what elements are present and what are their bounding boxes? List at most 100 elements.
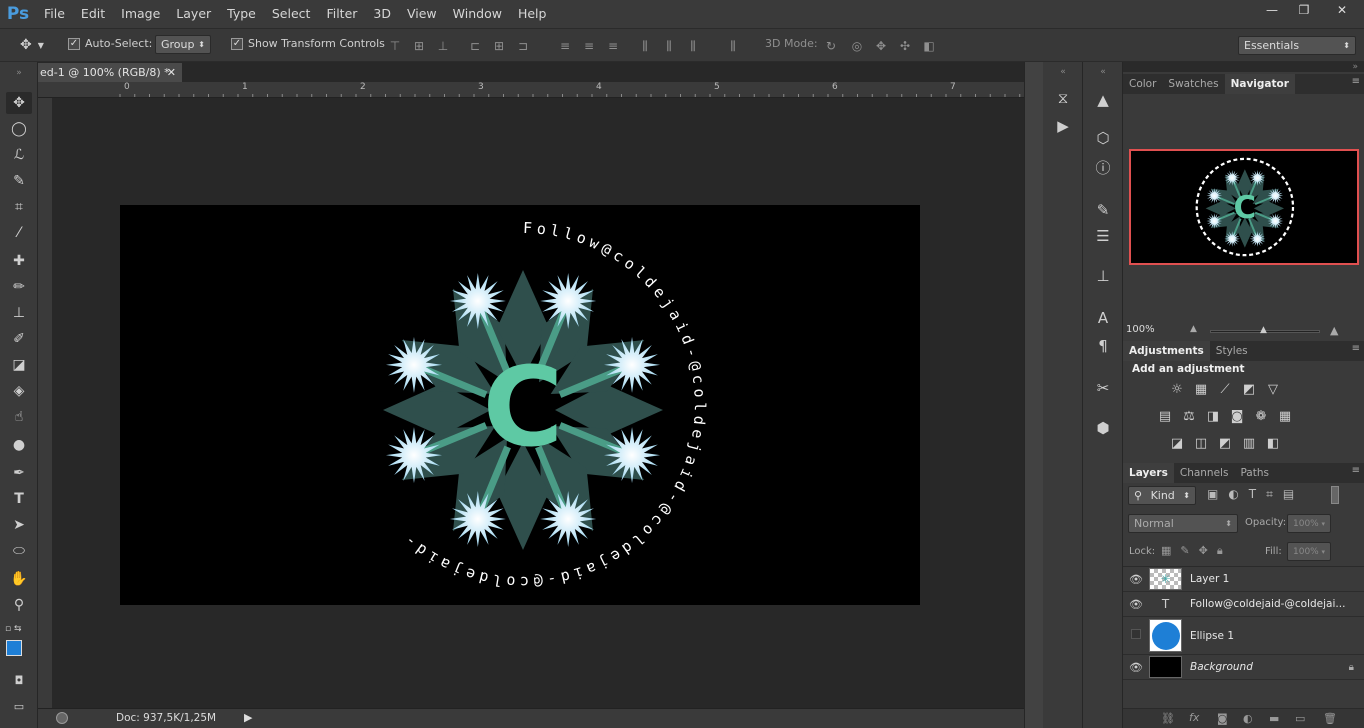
brush-tool-icon[interactable]: ✏ [6,276,32,298]
paint-bucket-tool-icon[interactable]: ◈ [6,380,32,402]
panel-menu-icon[interactable]: ≡ [1352,465,1360,476]
visibility-empty-icon[interactable] [1123,629,1149,642]
horizontal-ruler[interactable]: 0 1 2 3 4 5 6 7 [38,82,1024,98]
layer-row[interactable]: 👁︎ Background 🔒︎ [1123,655,1364,680]
panel-menu-icon[interactable]: ≡ [1352,343,1360,354]
auto-select-target-dropdown[interactable]: Group ⬍ [155,35,211,54]
brush-presets-panel-icon[interactable]: ✎ [1093,200,1113,220]
black-white-icon[interactable]: ◨ [1205,409,1221,425]
status-menu-arrow-icon[interactable]: ▶ [244,711,252,724]
hand-tool-icon[interactable]: ✋ [6,568,32,590]
layer-row[interactable]: Ellipse 1 [1123,617,1364,655]
tab-layers[interactable]: Layers [1123,463,1174,483]
gradient-map-icon[interactable]: ▥ [1241,436,1257,452]
tool-presets-panel-icon[interactable]: ✂ [1093,378,1113,398]
slide-3d-icon[interactable]: ✣ [898,39,912,53]
zoom-out-icon[interactable]: ▲ [1190,324,1197,334]
brush-panel-icon[interactable]: ☰ [1093,226,1113,246]
visibility-eye-icon[interactable]: 👁︎ [1123,661,1149,674]
restore-button[interactable]: ❐ [1288,0,1320,20]
quick-mask-icon[interactable]: ◘ [6,670,32,692]
menu-file[interactable]: File [36,0,73,28]
character-panel-icon[interactable]: A [1093,308,1113,328]
vibrance-icon[interactable]: ▽ [1265,382,1281,398]
menu-help[interactable]: Help [510,0,555,28]
curves-icon[interactable]: ⟋ [1217,382,1233,398]
clone-stamp-tool-icon[interactable]: ⊥ [6,302,32,324]
eyedropper-tool-icon[interactable]: ⁄ [6,222,32,244]
distribute-left-icon[interactable]: ⫼ [638,39,652,53]
invert-icon[interactable]: ◪ [1169,436,1185,452]
crop-tool-icon[interactable]: ⌗ [6,196,32,218]
zoom-value[interactable]: 100% [1126,324,1155,335]
distribute-vcenter-icon[interactable]: ≡ [582,39,596,53]
align-bottom-icon[interactable]: ⊥ [436,39,450,53]
layer-mask-icon[interactable]: ◙ [1217,712,1228,725]
zoom-slider-thumb[interactable]: ▲ [1260,325,1267,335]
align-vcenter-icon[interactable]: ⊞ [412,39,426,53]
collapse-icon[interactable]: » [1123,62,1364,72]
fill-field[interactable]: 100% ▾ [1287,542,1331,561]
distribute-bottom-icon[interactable]: ≡ [606,39,620,53]
layer-style-icon[interactable]: fx [1189,711,1199,724]
exposure-icon[interactable]: ◩ [1241,382,1257,398]
align-hcenter-icon[interactable]: ⊞ [492,39,506,53]
drag-3d-icon[interactable]: ✥ [874,39,888,53]
layer-filter-dropdown[interactable]: ⚲ Kind ⬍ [1128,486,1196,505]
hue-saturation-icon[interactable]: ▤ [1157,409,1173,425]
tab-color[interactable]: Color [1123,74,1162,94]
vertical-ruler[interactable] [38,98,52,708]
move-tool-preset-picker[interactable]: ✥ ▼ [20,37,44,53]
3d-panel-icon[interactable]: ⬡ [1093,128,1113,148]
blend-mode-dropdown[interactable]: Normal ⬍ [1128,514,1238,533]
rotate-3d-icon[interactable]: ↻ [824,39,838,53]
history-panel-icon[interactable]: ⧖ [1053,88,1073,108]
roll-3d-icon[interactable]: ◎ [850,39,864,53]
navigator-preview[interactable]: C [1129,149,1359,265]
eraser-tool-icon[interactable]: ◪ [6,354,32,376]
zoom-tool-icon[interactable]: ⚲ [6,594,32,616]
selective-color-icon[interactable]: ◧ [1265,436,1281,452]
panel-menu-icon[interactable]: ≡ [1352,76,1360,87]
document-tab[interactable]: ed-1 @ 100% (RGB/8) * ✕ [38,63,182,82]
ellipse-marquee-tool-icon[interactable]: ◯ [6,118,32,140]
actions-panel-icon[interactable]: ▶ [1053,116,1073,136]
align-right-icon[interactable]: ⊐ [516,39,530,53]
distribute-right-icon[interactable]: ⫼ [686,39,700,53]
delete-layer-icon[interactable]: 🗑︎ [1323,712,1337,725]
ellipse-shape-tool-icon[interactable]: ⬭ [6,540,32,562]
close-button[interactable]: ✕ [1320,0,1364,20]
tab-styles[interactable]: Styles [1210,341,1254,361]
collapse-icon[interactable]: « [1093,62,1113,82]
adjustment-layer-icon[interactable]: ◐ [1243,712,1253,725]
tab-navigator[interactable]: Navigator [1224,74,1295,94]
posterize-icon[interactable]: ◫ [1193,436,1209,452]
layer-filter-icons[interactable]: ▣◐T⌗▤ [1207,487,1304,502]
minimize-button[interactable]: — [1256,0,1288,20]
color-balance-icon[interactable]: ⚖ [1181,409,1197,425]
menu-select[interactable]: Select [264,0,319,28]
info-panel-icon[interactable]: ⓘ [1093,158,1113,178]
visibility-eye-icon[interactable]: 👁︎ [1123,598,1149,611]
color-lookup-icon[interactable]: ▦ [1277,409,1293,425]
levels-icon[interactable]: ▦ [1193,382,1209,398]
auto-align-icon[interactable]: ⫼ [726,39,740,53]
menu-3d[interactable]: 3D [365,0,399,28]
link-layers-icon[interactable]: ⛓ [1161,712,1175,725]
histogram-panel-icon[interactable]: ▲ [1093,90,1113,110]
dodge-tool-icon[interactable]: ● [6,434,32,456]
workspace-dropdown[interactable]: Essentials ⬍ [1238,36,1356,55]
collapse-icon[interactable]: » [6,62,32,84]
show-transform-checkbox[interactable]: ✓ Show Transform Controls [231,37,385,50]
new-layer-icon[interactable]: ▭ [1295,712,1305,725]
tab-swatches[interactable]: Swatches [1162,74,1224,94]
menu-type[interactable]: Type [219,0,264,28]
menu-window[interactable]: Window [445,0,510,28]
scale-3d-icon[interactable]: ◧ [922,39,936,53]
align-left-icon[interactable]: ⊏ [468,39,482,53]
screen-mode-icon[interactable]: ▭ [6,696,32,718]
menu-view[interactable]: View [399,0,445,28]
document-canvas[interactable]: C Follow@coldejaid-@coldejaid-@coldejaid… [120,205,920,605]
menu-image[interactable]: Image [113,0,168,28]
3d-cube-panel-icon[interactable]: ⬢ [1093,418,1113,438]
